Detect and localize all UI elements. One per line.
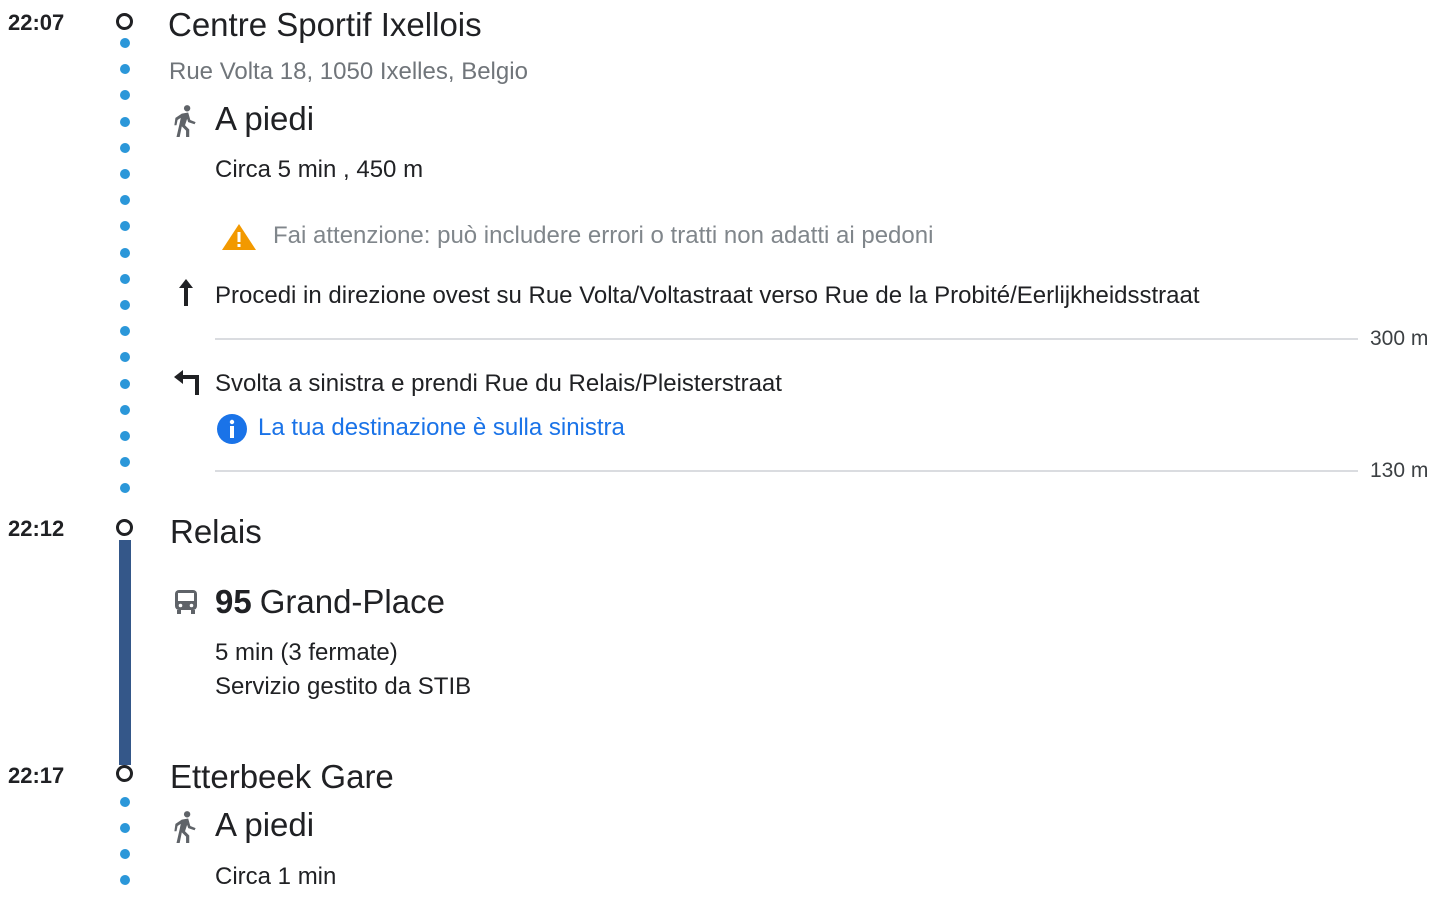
route-headsign: Grand-Place	[259, 583, 445, 620]
walk-dot	[120, 326, 130, 337]
walk-dot	[120, 169, 130, 179]
walk-duration: Circa 1 min	[215, 863, 337, 890]
stop-marker	[116, 13, 133, 30]
walk-dot	[120, 90, 130, 101]
route-number: 95	[215, 583, 252, 620]
arrow-up-icon	[177, 278, 195, 308]
walk-dot	[120, 142, 130, 153]
stop-name[interactable]: Etterbeek Gare	[170, 758, 394, 796]
walking-icon	[172, 810, 198, 844]
walk-dot	[120, 483, 130, 494]
arrival-time: 22:12	[8, 516, 65, 541]
walk-dot	[120, 221, 130, 232]
arrival-time: 22:17	[8, 763, 65, 788]
step-distance: 130 m	[1370, 459, 1429, 482]
walking-warning: Fai attenzione: può includere errori o t…	[273, 222, 934, 249]
bus-icon	[174, 589, 198, 615]
walk-dot	[120, 875, 130, 885]
walk-dot	[120, 457, 130, 468]
walk-dot	[120, 38, 130, 48]
divider	[215, 470, 1358, 472]
walk-dot	[120, 404, 130, 415]
walk-dot	[120, 352, 130, 363]
bus-line-bar	[119, 540, 131, 765]
destination-note: La tua destinazione è sulla sinistra	[258, 414, 625, 441]
walk-dot	[120, 64, 130, 75]
stop-name[interactable]: Centre Sportif Ixellois	[168, 6, 482, 44]
warning-icon	[220, 222, 258, 252]
walk-dot	[120, 273, 130, 284]
direction-step[interactable]: Procedi in direzione ovest su Rue Volta/…	[215, 282, 1200, 310]
walk-dot	[120, 823, 130, 833]
step-distance: 300 m	[1370, 327, 1429, 350]
divider	[215, 338, 1358, 340]
walk-dot	[120, 247, 130, 258]
bus-route[interactable]: 95 Grand-Place	[215, 583, 445, 621]
walk-duration: Circa 5 min , 450 m	[215, 156, 424, 183]
walking-icon	[172, 104, 198, 138]
walk-dot	[120, 300, 130, 310]
walk-mode-label[interactable]: A piedi	[215, 806, 314, 844]
walk-dot	[120, 797, 130, 807]
direction-step[interactable]: Svolta a sinistra e prendi Rue du Relais…	[215, 370, 782, 398]
bus-operator: Servizio gestito da STIB	[215, 673, 472, 700]
stop-address: Rue Volta 18, 1050 Ixelles, Belgio	[169, 58, 528, 85]
info-icon	[216, 413, 248, 445]
walk-dot	[120, 849, 130, 859]
walk-dot	[120, 431, 130, 441]
walk-dot	[120, 378, 130, 389]
departure-time: 22:07	[8, 10, 65, 35]
walk-dot	[120, 195, 130, 206]
bus-duration: 5 min (3 fermate)	[215, 639, 398, 666]
turn-left-icon	[173, 370, 203, 396]
stop-name[interactable]: Relais	[170, 513, 262, 551]
walk-dot	[120, 116, 130, 127]
walk-mode-label[interactable]: A piedi	[215, 100, 314, 138]
stop-marker	[116, 519, 133, 536]
stop-marker	[116, 765, 133, 782]
